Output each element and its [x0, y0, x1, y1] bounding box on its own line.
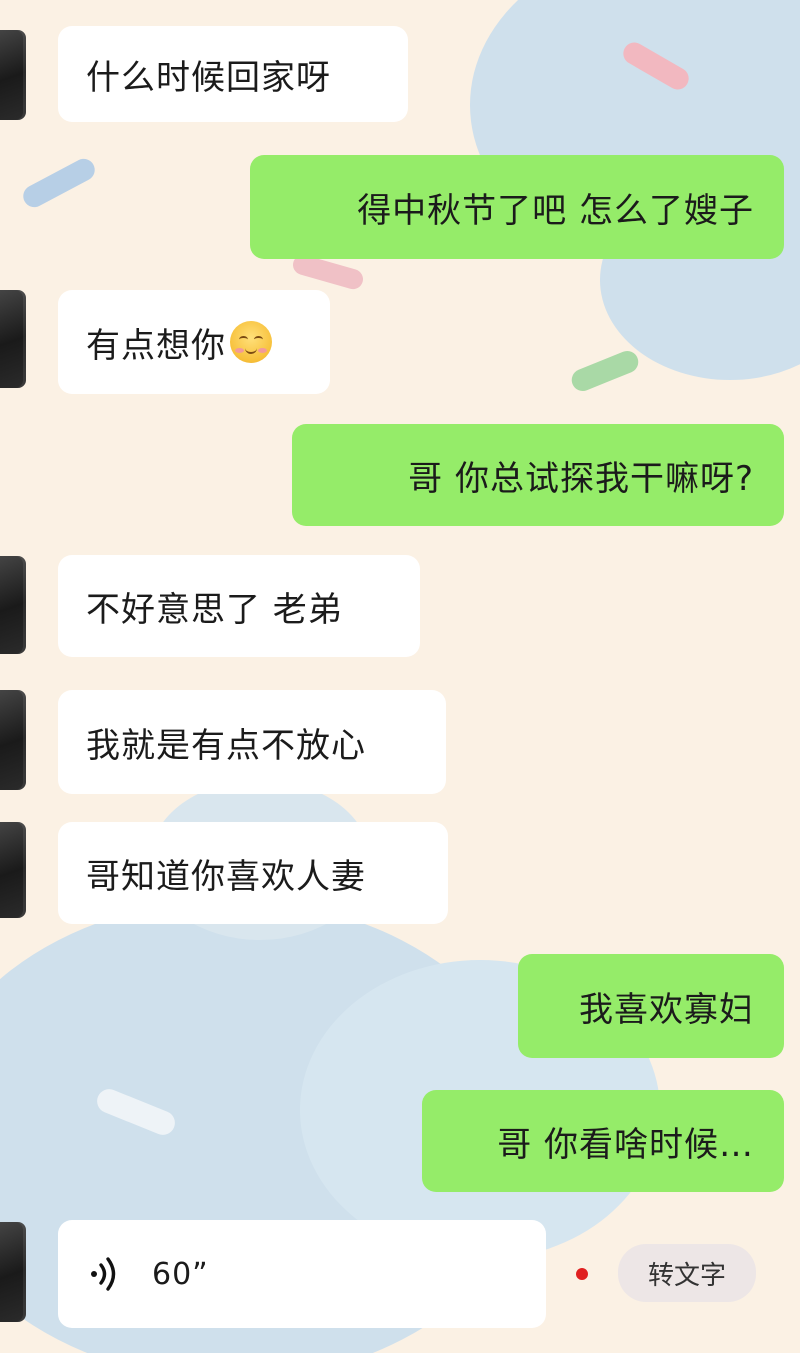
- message-text: 什么时候回家呀: [86, 57, 331, 98]
- unread-dot: [576, 1268, 588, 1280]
- message-text: 哥 你看啥时候…: [497, 1124, 754, 1165]
- message-text: 得中秋节了吧 怎么了嫂子: [357, 190, 754, 231]
- contact-avatar[interactable]: [0, 822, 26, 918]
- message-text: 不好意思了 老弟: [86, 589, 343, 630]
- message-text: 哥 你总试探我干嘛呀?: [408, 458, 754, 499]
- message-text: 我喜欢寡妇: [579, 989, 754, 1030]
- incoming-message[interactable]: 不好意思了 老弟: [58, 555, 420, 657]
- outgoing-message[interactable]: 哥 你看啥时候…: [422, 1090, 784, 1192]
- voice-message[interactable]: 60”: [58, 1220, 546, 1328]
- incoming-message[interactable]: 什么时候回家呀: [58, 26, 408, 122]
- outgoing-message[interactable]: 我喜欢寡妇: [518, 954, 784, 1058]
- contact-avatar[interactable]: [0, 30, 26, 120]
- incoming-message[interactable]: 哥知道你喜欢人妻: [58, 822, 448, 924]
- message-text: 哥知道你喜欢人妻: [86, 856, 366, 897]
- contact-avatar[interactable]: [0, 556, 26, 654]
- outgoing-message[interactable]: 得中秋节了吧 怎么了嫂子: [250, 155, 784, 259]
- voice-wave-icon: [91, 1257, 116, 1291]
- contact-avatar[interactable]: [0, 690, 26, 790]
- blushing-smile-icon: [230, 321, 272, 363]
- incoming-message[interactable]: 有点想你: [58, 290, 330, 394]
- convert-to-text-button[interactable]: 转文字: [618, 1244, 756, 1302]
- contact-avatar[interactable]: [0, 290, 26, 388]
- voice-duration: 60”: [152, 1256, 209, 1292]
- outgoing-message[interactable]: 哥 你总试探我干嘛呀?: [292, 424, 784, 526]
- message-text: 有点想你: [86, 325, 226, 366]
- incoming-message[interactable]: 我就是有点不放心: [58, 690, 446, 794]
- convert-to-text-label: 转文字: [647, 1260, 726, 1291]
- message-text: 我就是有点不放心: [86, 725, 366, 766]
- contact-avatar[interactable]: [0, 1222, 26, 1322]
